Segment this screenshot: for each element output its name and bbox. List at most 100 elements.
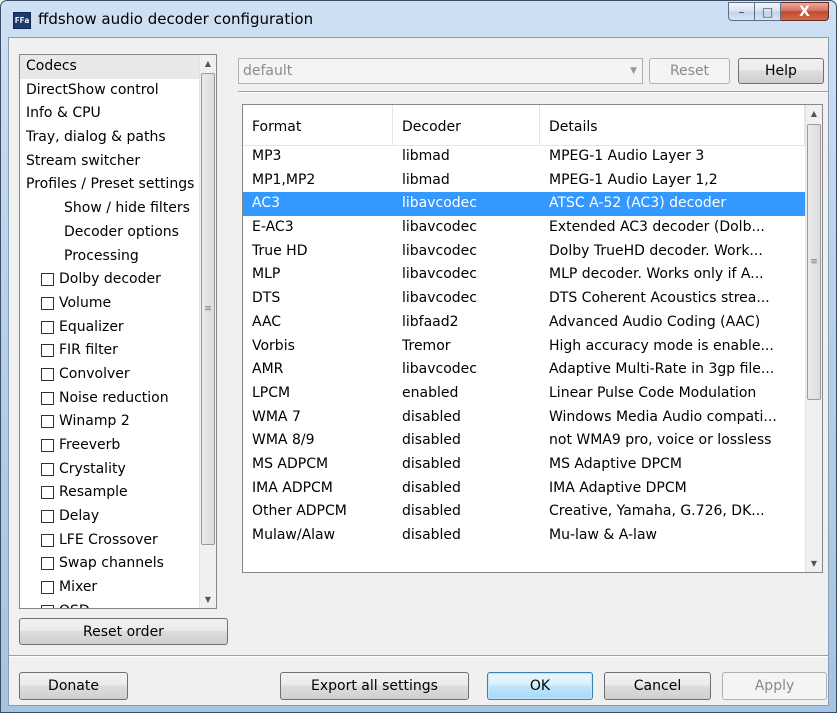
apply-button[interactable]: Apply [722, 672, 827, 700]
table-row[interactable]: E-AC3 libavcodec Extended AC3 decoder (Dol… [243, 216, 805, 240]
column-header-format[interactable]: Format [243, 105, 393, 145]
checkbox[interactable] [41, 581, 54, 595]
scroll-up-arrow-icon[interactable]: ▲ [806, 105, 822, 122]
cell-decoder: libavcodec [402, 242, 477, 259]
cell-decoder: libmad [402, 148, 450, 164]
sidebar-item-label: Volume [59, 294, 112, 311]
reset-button[interactable]: Reset [649, 58, 730, 84]
sidebar-item[interactable]: Resample [20, 481, 200, 505]
window-controls: – □ X [728, 2, 829, 23]
checkbox[interactable] [41, 557, 54, 571]
sidebar-item[interactable]: Equalizer [20, 316, 200, 340]
sidebar-item[interactable]: Decoder options [20, 221, 200, 245]
sidebar-item[interactable]: Noise reduction [20, 387, 200, 411]
sidebar-item[interactable]: Processing [20, 245, 200, 269]
checkbox[interactable] [41, 462, 54, 476]
maximize-button[interactable]: □ [755, 2, 781, 21]
table-row[interactable]: IMA ADPCM disabled IMA Adaptive DPCM [243, 477, 805, 501]
scroll-down-arrow-icon[interactable]: ▼ [806, 555, 822, 572]
cell-format: AC3 [252, 195, 281, 212]
cell-format: IMA ADPCM [252, 479, 333, 496]
scroll-thumb[interactable]: ≡ [807, 124, 821, 400]
checkbox[interactable] [41, 415, 54, 429]
reset-order-button[interactable]: Reset order [19, 618, 228, 645]
scroll-up-arrow-icon[interactable]: ▲ [200, 55, 216, 72]
table-row[interactable]: AAC libfaad2 Advanced Audio Coding (AAC) [243, 311, 805, 335]
column-header-decoder[interactable]: Decoder [393, 105, 540, 145]
export-all-settings-button[interactable]: Export all settings [280, 672, 469, 700]
sidebar-item[interactable]: Delay [20, 505, 200, 529]
sidebar-item[interactable]: OSD [20, 600, 200, 608]
cell-format: WMA 8/9 [252, 432, 315, 449]
table-row[interactable]: Other ADPCM disabled Creative, Yamaha, G.7… [243, 500, 805, 524]
checkbox[interactable] [41, 439, 54, 452]
sidebar-item[interactable]: Dolby decoder [20, 268, 200, 292]
sidebar-item[interactable]: Profiles / Preset settings [20, 173, 200, 197]
separator [238, 91, 828, 93]
table-row[interactable]: WMA 8/9 disabled not WMA9 pro, voice or lo… [243, 429, 805, 453]
cell-details: Windows Media Audio compati... [549, 408, 777, 425]
cell-details: Linear Pulse Code Modulation [549, 384, 757, 401]
table-row[interactable]: MS ADPCM disabled MS Adaptive DPCM [243, 453, 805, 477]
sidebar-item[interactable]: Volume [20, 292, 200, 316]
sidebar-item[interactable]: Codecs [20, 55, 200, 79]
cell-format: Mulaw/Alaw [252, 527, 336, 543]
title-bar[interactable]: FFa ffdshow audio decoder configuration … [1, 1, 836, 37]
checkbox[interactable] [41, 533, 54, 547]
checkbox[interactable] [41, 604, 54, 608]
checkbox[interactable] [41, 273, 54, 287]
sidebar-item[interactable]: Mixer [20, 576, 200, 600]
table-row[interactable]: DTS libavcodec DTS Coherent Acoustics stre… [243, 287, 805, 311]
sidebar-item[interactable]: Show / hide filters [20, 197, 200, 221]
sidebar-item[interactable]: Convolver [20, 363, 200, 387]
sidebar-item[interactable]: Freeverb [20, 434, 200, 458]
cell-format: MS ADPCM [252, 455, 329, 472]
checkbox[interactable] [41, 391, 54, 405]
scroll-down-arrow-icon[interactable]: ▼ [200, 591, 216, 608]
sidebar-item[interactable]: Crystality [20, 458, 200, 482]
sidebar-item[interactable]: DirectShow control [20, 79, 200, 103]
donate-button[interactable]: Donate [19, 672, 128, 700]
checkbox[interactable] [41, 296, 54, 310]
sidebar-item[interactable]: LFE Crossover [20, 529, 200, 553]
codec-table[interactable]: Format Decoder Details MP3 libmad MPEG-1 A… [242, 104, 823, 573]
table-row[interactable]: LPCM enabled Linear Pulse Code Modulation [243, 382, 805, 406]
table-row[interactable]: WMA 7 disabled Windows Media Audio compati… [243, 406, 805, 430]
checkbox[interactable] [41, 486, 54, 500]
preset-value: default [243, 63, 293, 79]
page-list-items: Codecs DirectShow control Info & CPU Tray, … [20, 55, 200, 608]
page-list-scrollbar[interactable]: ▲ ≡ ▼ [199, 55, 216, 608]
ok-button[interactable]: OK [487, 672, 593, 700]
sidebar-item[interactable]: Tray, dialog & paths [20, 126, 200, 150]
cell-details: Adaptive Multi-Rate in 3gp file... [549, 361, 775, 378]
table-row[interactable]: MP1,MP2 libmad MPEG-1 Audio Layer 1,2 [243, 169, 805, 193]
checkbox[interactable] [41, 510, 54, 524]
table-row[interactable]: AMR libavcodec Adaptive Multi-Rate in 3gp … [243, 358, 805, 382]
sidebar-item[interactable]: Winamp 2 [20, 410, 200, 434]
minimize-button[interactable]: – [728, 2, 755, 21]
table-row[interactable]: AC3 libavcodec ATSC A-52 (AC3) decoder [243, 192, 805, 217]
codec-table-scrollbar[interactable]: ▲ ≡ ▼ [805, 105, 822, 572]
sidebar-item[interactable]: Info & CPU [20, 102, 200, 126]
table-row[interactable]: MLP libavcodec MLP decoder. Works only if … [243, 263, 805, 287]
preset-combobox[interactable]: default ▼ [238, 58, 643, 84]
cell-details: not WMA9 pro, voice or lossless [549, 432, 772, 449]
help-button[interactable]: Help [738, 58, 824, 84]
close-button[interactable]: X [781, 2, 829, 21]
table-row[interactable]: Vorbis Tremor High accuracy mode is enable… [243, 335, 805, 359]
page-list[interactable]: Codecs DirectShow control Info & CPU Tray, … [19, 54, 217, 609]
column-header-details[interactable]: Details [540, 105, 805, 145]
table-row[interactable]: Mulaw/Alaw disabled Mu-law & A-law [243, 524, 805, 548]
checkbox[interactable] [41, 320, 54, 334]
sidebar-item[interactable]: Stream switcher [20, 150, 200, 174]
sidebar-item[interactable]: Swap channels [20, 552, 200, 576]
checkbox[interactable] [41, 367, 54, 381]
cell-decoder: enabled [402, 384, 459, 401]
cell-decoder: disabled [402, 455, 461, 472]
checkbox[interactable] [41, 344, 54, 358]
sidebar-item[interactable]: FIR filter [20, 339, 200, 363]
table-row[interactable]: MP3 libmad MPEG-1 Audio Layer 3 [243, 145, 805, 169]
cancel-button[interactable]: Cancel [604, 672, 711, 700]
table-row[interactable]: True HD libavcodec Dolby TrueHD decoder. W… [243, 240, 805, 264]
scroll-thumb[interactable]: ≡ [201, 73, 215, 545]
